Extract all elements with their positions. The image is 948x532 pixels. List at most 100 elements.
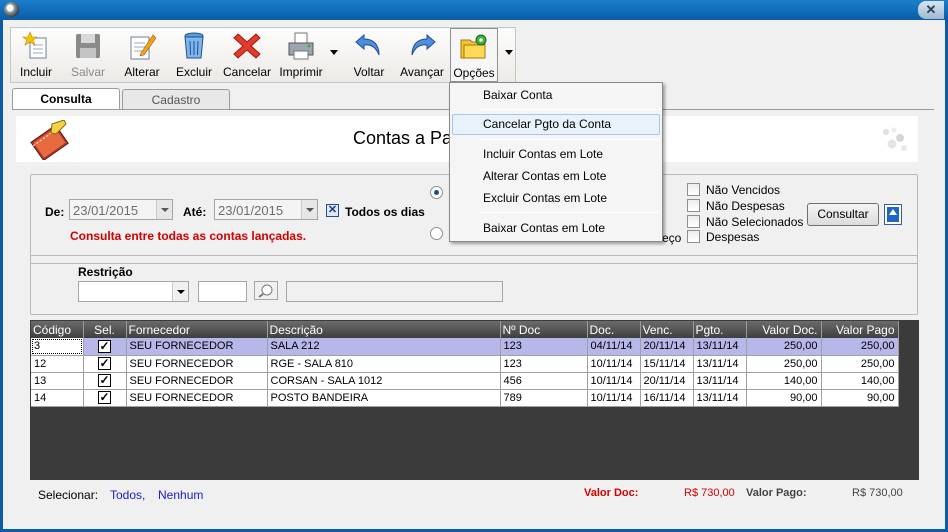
cell-sel[interactable]: ✓ [83,355,127,373]
col-ndoc[interactable]: Nº Doc [500,321,588,338]
table-row[interactable]: 12 ✓ SEU FORNECEDOR RGE - SALA 810 123 1… [31,355,899,373]
tab-cadastro[interactable]: Cadastro [122,89,230,110]
cell-ndoc: 456 [500,372,588,390]
cell-descricao: POSTO BANDEIRA [267,389,501,407]
close-button[interactable]: ✕ [918,1,944,19]
restricao-search-button[interactable] [254,281,278,300]
ate-dropdown-icon[interactable] [301,200,317,219]
todos-os-dias-label: Todos os dias [345,205,425,219]
restricao-code-input[interactable] [198,281,247,302]
radio-option-2-label-fragment: eço [662,231,682,245]
cell-venc: 16/11/14 [640,389,694,407]
todos-os-dias-checkbox[interactable]: ✕ [326,204,339,217]
de-date-value: 23/01/2015 [73,203,139,218]
selecionar-label: Selecionar: [38,488,99,502]
restricao-select[interactable] [78,281,189,302]
menu-separator [480,139,660,140]
salvar-button[interactable]: Salvar [63,28,113,82]
salvar-label: Salvar [70,65,105,79]
cell-doc: 10/11/14 [587,372,641,390]
valor-doc-total: R$ 730,00 [684,487,735,499]
ate-label: Até: [183,205,207,219]
consultar-button[interactable]: Consultar [807,203,879,226]
cell-sel[interactable]: ✓ [83,338,127,356]
excluir-button[interactable]: Excluir [171,28,217,82]
cell-sel[interactable]: ✓ [83,389,127,407]
opcoes-button[interactable]: Opções [450,28,498,82]
col-descricao[interactable]: Descrição [267,321,501,338]
tab-consulta[interactable]: Consulta [12,88,120,110]
select-todos-link[interactable]: Todos, [110,488,145,502]
despesas-checkbox[interactable] [687,230,700,243]
col-pgto[interactable]: Pgto. [693,321,747,338]
scroll-up-arrow-icon[interactable] [884,204,902,225]
cell-valor-doc: 250,00 [746,355,822,373]
row-select-checkbox[interactable]: ✓ [98,374,111,387]
cell-fornecedor: SEU FORNECEDOR [126,372,268,390]
menu-item-alterar-lote[interactable]: Alterar Contas em Lote [452,166,660,187]
opcoes-menu: Baixar Conta Cancelar Pgto da Conta Incl… [449,82,663,242]
table-row[interactable]: 3 ✓ SEU FORNECEDOR SALA 212 123 04/11/14… [31,338,899,356]
back-arrow-icon [355,33,380,56]
nao-vencidos-checkbox[interactable] [687,183,700,196]
col-valor-doc[interactable]: Valor Doc. [746,321,822,338]
ate-date-picker[interactable]: 23/01/2015 [214,199,318,220]
printer-icon [288,32,314,60]
col-venc[interactable]: Venc. [640,321,694,338]
opcoes-dropdown-arrow-icon[interactable] [505,50,513,55]
menu-item-baixar-conta[interactable]: Baixar Conta [452,85,660,106]
de-dropdown-icon[interactable] [156,200,172,219]
cell-venc: 15/11/14 [640,355,694,373]
nao-selecionados-checkbox[interactable] [687,215,700,228]
cell-valor-pago: 140,00 [821,372,899,390]
cell-valor-doc: 140,00 [746,372,822,390]
de-label: De: [45,205,65,219]
menu-item-cancelar-pgto[interactable]: Cancelar Pgto da Conta [452,114,660,135]
avancar-button[interactable]: Avançar [397,28,447,82]
table-row[interactable]: 13 ✓ SEU FORNECEDOR CORSAN - SALA 1012 4… [31,372,899,390]
radio-option-1[interactable] [430,186,443,199]
cell-sel[interactable]: ✓ [83,372,127,390]
voltar-button[interactable]: Voltar [345,28,393,82]
cell-pgto: 13/11/14 [693,389,747,407]
app-icon[interactable] [4,2,19,17]
select-nenhum-link[interactable]: Nenhum [158,488,203,502]
restricao-label: Restrição [78,265,133,279]
floppy-disk-icon [76,34,100,58]
table-row[interactable]: 14 ✓ SEU FORNECEDOR POSTO BANDEIRA 789 1… [31,389,899,407]
cell-codigo[interactable]: 14 [31,389,84,407]
menu-item-incluir-lote[interactable]: Incluir Contas em Lote [452,144,660,165]
radio-option-2[interactable] [430,227,443,240]
contas-table: Código Sel. Fornecedor Descrição Nº Doc … [31,321,899,407]
menu-item-baixar-lote[interactable]: Baixar Contas em Lote [452,218,660,239]
restricao-dropdown-icon[interactable] [172,282,188,301]
menu-item-excluir-lote[interactable]: Excluir Contas em Lote [452,188,660,209]
cancelar-button[interactable]: Cancelar [221,28,273,82]
imprimir-button[interactable]: Imprimir [275,28,327,82]
menu-separator [480,212,660,213]
cell-valor-pago: 250,00 [821,355,899,373]
col-codigo[interactable]: Código [31,321,84,338]
trash-can-icon [184,32,204,59]
cell-codigo[interactable]: 3 [31,338,84,356]
de-date-picker[interactable]: 23/01/2015 [69,199,173,220]
notebook-pencil-icon [30,120,69,160]
cell-codigo[interactable]: 12 [31,355,84,373]
col-fornecedor[interactable]: Fornecedor [126,321,268,338]
alterar-button[interactable]: Alterar [117,28,167,82]
nao-despesas-checkbox[interactable] [687,199,700,212]
avancar-label: Avançar [400,65,444,79]
cell-valor-doc: 250,00 [746,338,822,356]
col-sel[interactable]: Sel. [83,321,127,338]
incluir-button[interactable]: Incluir [13,28,59,82]
col-valor-pago[interactable]: Valor Pago [821,321,899,338]
imprimir-dropdown-arrow-icon[interactable] [330,50,338,55]
row-select-checkbox[interactable]: ✓ [98,339,111,353]
folder-gear-icon [460,34,487,59]
col-doc[interactable]: Doc. [587,321,641,338]
status-message: Consulta entre todas as contas lançadas. [70,229,307,243]
voltar-label: Voltar [353,65,385,79]
cell-codigo[interactable]: 13 [31,372,84,390]
row-select-checkbox[interactable]: ✓ [98,357,111,370]
row-select-checkbox[interactable]: ✓ [98,391,111,404]
